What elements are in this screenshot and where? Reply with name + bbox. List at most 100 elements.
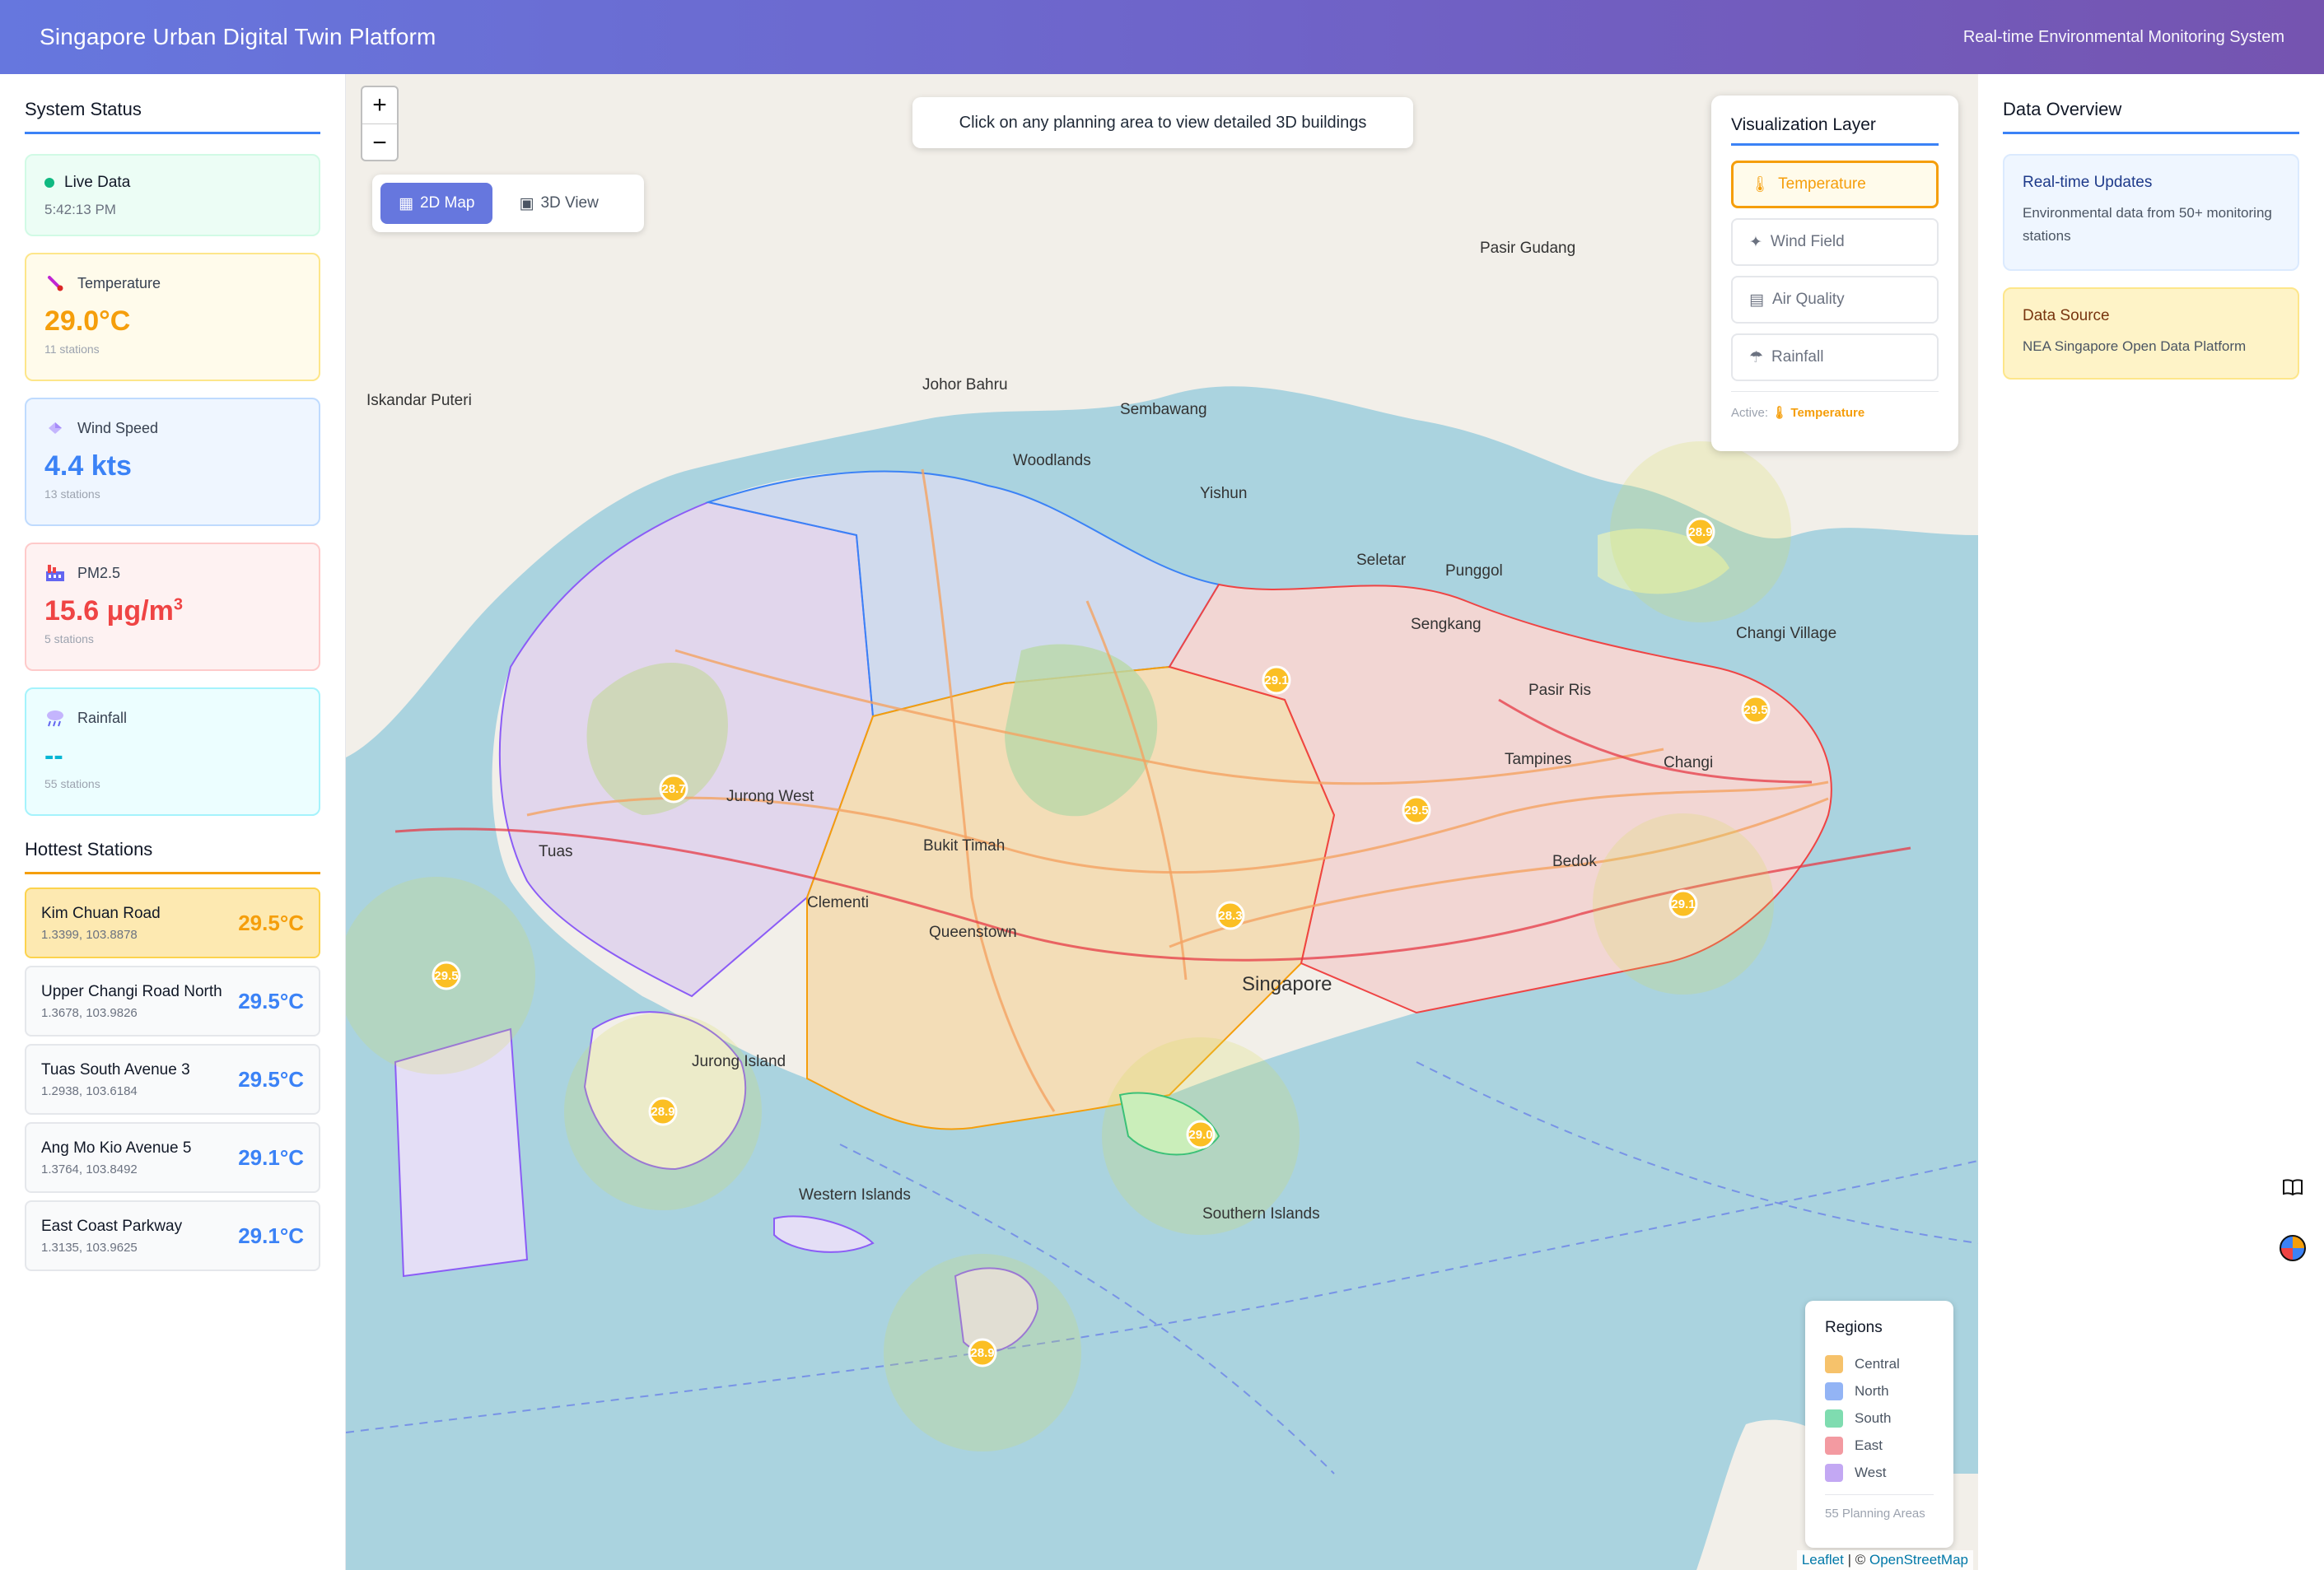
place-label: Pasir Gudang bbox=[1480, 240, 1575, 257]
rainfall-label: Rainfall bbox=[77, 709, 128, 726]
wind-speed-card[interactable]: Wind Speed 4.4 kts 13 stations bbox=[25, 398, 320, 526]
place-label: Tuas bbox=[539, 843, 573, 860]
legend-swatch bbox=[1825, 1409, 1843, 1428]
app-title: Singapore Urban Digital Twin Platform bbox=[40, 24, 436, 49]
station-name: East Coast Parkway bbox=[41, 1217, 183, 1235]
view-toggle: ▦ 2D Map ▣ 3D View bbox=[372, 175, 644, 232]
temp-marker[interactable]: 29.1 bbox=[1668, 889, 1698, 919]
legend-label: West bbox=[1855, 1464, 1887, 1480]
wind-speed-label: Wind Speed bbox=[77, 419, 159, 436]
right-sidebar: Data Overview Real-time Updates Environm… bbox=[1978, 74, 2324, 1570]
svg-text:29.0: 29.0 bbox=[1188, 1128, 1212, 1142]
temp-marker[interactable]: 29.5 bbox=[1402, 795, 1431, 825]
leaflet-link[interactable]: Leaflet bbox=[1802, 1552, 1844, 1568]
layer-air-quality-button[interactable]: ▤ Air Quality bbox=[1731, 276, 1939, 324]
station-temp: 29.5°C bbox=[238, 1066, 304, 1092]
legend-item: North bbox=[1825, 1377, 1934, 1405]
map-attribution: Leaflet | © OpenStreetMap bbox=[1796, 1550, 1973, 1570]
card-body: Environmental data from 50+ monitoring s… bbox=[2023, 205, 2272, 244]
hottest-stations-title: Hottest Stations bbox=[25, 839, 320, 874]
factory-icon: ▤ bbox=[1749, 291, 1764, 309]
station-name: Ang Mo Kio Avenue 5 bbox=[41, 1139, 192, 1157]
station-item[interactable]: East Coast Parkway 1.3135, 103.9625 29.1°… bbox=[25, 1200, 320, 1271]
layer-label: Rainfall bbox=[1771, 348, 1824, 366]
zoom-in-button[interactable]: + bbox=[362, 87, 397, 124]
wind-icon bbox=[44, 417, 66, 439]
view-2d-button[interactable]: ▦ 2D Map bbox=[380, 183, 493, 224]
temp-marker[interactable]: 29.5 bbox=[1741, 695, 1771, 724]
realtime-updates-card: Real-time Updates Environmental data fro… bbox=[2003, 154, 2299, 271]
legend-swatch bbox=[1825, 1436, 1843, 1455]
svg-text:29.5: 29.5 bbox=[1743, 703, 1767, 717]
live-dot-icon bbox=[44, 178, 54, 188]
pm25-stations: 5 stations bbox=[44, 632, 94, 645]
temp-marker[interactable]: 28.3 bbox=[1216, 901, 1245, 930]
station-coord: 1.3678, 103.9826 bbox=[41, 1005, 138, 1020]
station-item[interactable]: Tuas South Avenue 3 1.2938, 103.6184 29.5… bbox=[25, 1044, 320, 1115]
layer-rainfall-button[interactable]: ☂ Rainfall bbox=[1731, 333, 1939, 381]
temperature-label: Temperature bbox=[77, 274, 161, 291]
svg-text:29.5: 29.5 bbox=[1404, 804, 1428, 818]
globe-icon[interactable] bbox=[2275, 1230, 2311, 1266]
cityscape-icon: ▣ bbox=[519, 194, 534, 212]
temperature-card[interactable]: Temperature 29.0°C 11 stations bbox=[25, 253, 320, 381]
active-layer-indicator: Active: 🌡 Temperature bbox=[1731, 391, 1939, 420]
place-label: Changi bbox=[1664, 754, 1713, 771]
legend-title: Regions bbox=[1825, 1319, 1883, 1336]
system-status-title: System Status bbox=[25, 99, 320, 134]
temp-marker[interactable]: 29.1 bbox=[1262, 665, 1291, 695]
rain-cloud-icon bbox=[44, 707, 66, 729]
legend-swatch bbox=[1825, 1463, 1843, 1482]
temp-marker[interactable]: 28.9 bbox=[1686, 517, 1715, 547]
card-title: Data Source bbox=[2023, 307, 2110, 324]
legend-label: Central bbox=[1855, 1355, 1900, 1372]
station-name: Upper Changi Road North bbox=[41, 982, 222, 1000]
place-label: Sembawang bbox=[1120, 401, 1207, 418]
view-3d-button[interactable]: ▣ 3D View bbox=[501, 183, 616, 224]
station-item[interactable]: Ang Mo Kio Avenue 5 1.3764, 103.8492 29.1… bbox=[25, 1122, 320, 1193]
legend-label: South bbox=[1855, 1409, 1892, 1426]
station-item[interactable]: Upper Changi Road North 1.3678, 103.9826 … bbox=[25, 966, 320, 1037]
app-header: Singapore Urban Digital Twin Platform Re… bbox=[0, 0, 2324, 74]
pm25-unit-sup: 3 bbox=[173, 595, 183, 614]
layer-wind-button[interactable]: ✦ Wind Field bbox=[1731, 218, 1939, 266]
legend-footer: 55 Planning Areas bbox=[1825, 1494, 1934, 1521]
pm25-card[interactable]: PM2.5 15.6 μg/m3 5 stations bbox=[25, 543, 320, 671]
temp-marker[interactable]: 28.9 bbox=[648, 1097, 678, 1126]
place-label: Seletar bbox=[1356, 552, 1407, 569]
wind-speed-stations: 13 stations bbox=[44, 487, 100, 501]
temp-marker[interactable]: 29.5 bbox=[432, 961, 461, 990]
station-name: Kim Chuan Road bbox=[41, 904, 161, 922]
temp-marker[interactable]: 28.9 bbox=[968, 1338, 997, 1367]
book-icon[interactable] bbox=[2275, 1169, 2311, 1205]
layer-label: Temperature bbox=[1778, 175, 1866, 193]
station-item[interactable]: Kim Chuan Road 1.3399, 103.8878 29.5°C bbox=[25, 887, 320, 958]
layer-temperature-button[interactable]: 🌡 Temperature bbox=[1731, 161, 1939, 208]
place-label: Singapore bbox=[1242, 973, 1332, 995]
svg-text:28.7: 28.7 bbox=[661, 782, 685, 796]
data-overview-title: Data Overview bbox=[2003, 99, 2299, 134]
place-label: Punggol bbox=[1445, 562, 1503, 580]
place-label: Western Islands bbox=[799, 1186, 911, 1204]
legend-swatch bbox=[1825, 1354, 1843, 1373]
station-name: Tuas South Avenue 3 bbox=[41, 1060, 190, 1079]
osm-link[interactable]: OpenStreetMap bbox=[1869, 1552, 1968, 1568]
map-canvas[interactable]: Johor Bahru Woodlands Yishun Sembawang S… bbox=[346, 74, 1978, 1570]
temp-marker[interactable]: 28.7 bbox=[659, 774, 688, 804]
place-label: Clementi bbox=[807, 894, 869, 911]
rainfall-stations: 55 stations bbox=[44, 777, 100, 790]
legend-item: South bbox=[1825, 1405, 1934, 1432]
zoom-out-button[interactable]: − bbox=[362, 124, 397, 161]
left-sidebar: System Status Live Data 5:42:13 PM Tempe… bbox=[0, 74, 346, 1570]
live-label: Live Data bbox=[64, 174, 131, 191]
rainfall-card[interactable]: Rainfall -- 55 stations bbox=[25, 687, 320, 816]
svg-text:28.9: 28.9 bbox=[651, 1105, 674, 1119]
pm25-label: PM2.5 bbox=[77, 564, 121, 581]
data-source-card: Data Source NEA Singapore Open Data Plat… bbox=[2003, 287, 2299, 380]
legend-item: East bbox=[1825, 1432, 1934, 1459]
temp-marker[interactable]: 29.0 bbox=[1186, 1120, 1216, 1149]
view-2d-label: 2D Map bbox=[419, 194, 475, 212]
svg-text:29.1: 29.1 bbox=[1264, 673, 1288, 687]
rain-cloud-icon: ☂ bbox=[1749, 348, 1764, 366]
svg-text:28.9: 28.9 bbox=[970, 1346, 994, 1360]
